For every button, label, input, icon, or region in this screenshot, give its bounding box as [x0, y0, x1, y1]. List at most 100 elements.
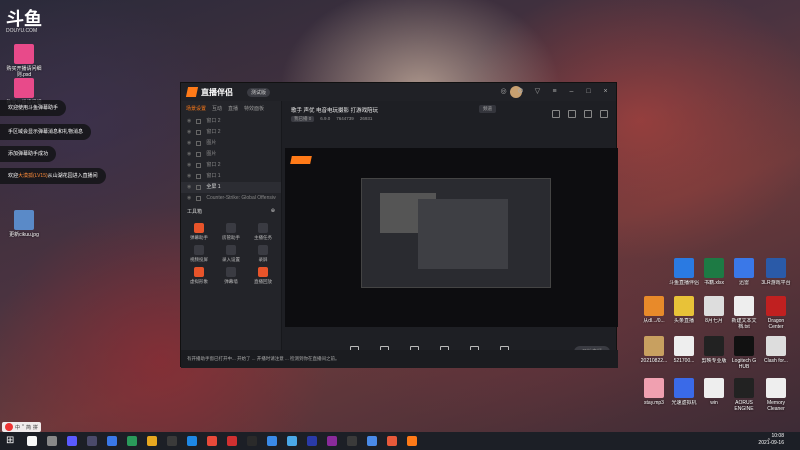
desktop-icon-right-17[interactable]: AORUS ENGINE: [728, 378, 760, 412]
room-tag[interactable]: 频道: [479, 105, 496, 113]
taskbar-app-icon[interactable]: [367, 436, 377, 446]
tool-item[interactable]: 弹幕墙: [215, 267, 247, 285]
settings-icon[interactable]: ⚙: [516, 87, 525, 96]
scene-item[interactable]: ◉ 窗口 2: [181, 116, 281, 127]
tool-item[interactable]: 录屏: [247, 245, 279, 263]
ime-mode[interactable]: 拼: [33, 424, 38, 431]
toolbox-more-icon[interactable]: ⊕: [271, 208, 275, 215]
desktop-icon-left-0[interactable]: 购买开播请问细则.psd: [2, 44, 46, 78]
taskbar-app-icon[interactable]: [127, 436, 137, 446]
tool-item[interactable]: 主播任务: [247, 223, 279, 241]
taskbar-app-icon[interactable]: [407, 436, 417, 446]
tool-item[interactable]: 虚拟形象: [183, 267, 215, 285]
link-icon[interactable]: [600, 110, 608, 118]
ime-punct[interactable]: °: [22, 424, 24, 430]
douyu-desktop-logo[interactable]: 斗鱼 DOUYU.COM: [6, 10, 56, 40]
scene-item[interactable]: ◉ 全屏 1: [181, 182, 281, 193]
desktop-icon-right-12[interactable]: Logitech G HUB: [728, 336, 760, 370]
scene-item[interactable]: ◉ 窗口 1: [181, 171, 281, 182]
record-icon[interactable]: [584, 110, 592, 118]
version-badge[interactable]: 测试版: [247, 88, 271, 97]
visibility-icon[interactable]: ◉: [187, 127, 191, 138]
close-icon[interactable]: ×: [601, 87, 610, 96]
tool-item[interactable]: 房管助手: [215, 223, 247, 241]
desktop-icon-right-11[interactable]: 剪映专业版: [698, 336, 730, 370]
desktop-icon-right-10[interactable]: 521700...: [668, 336, 700, 370]
desktop-icon-right-0[interactable]: 斗鱼直播伴侣: [668, 258, 700, 292]
visibility-icon[interactable]: ◉: [187, 182, 191, 193]
message-icon[interactable]: [568, 110, 576, 118]
taskbar-app-icon[interactable]: [207, 436, 217, 446]
desktop-icon-right-9[interactable]: 20210822...: [638, 336, 670, 370]
ime-toolbar[interactable]: 中 ° 简 拼: [2, 422, 42, 432]
tool-item[interactable]: 弹幕助手: [183, 223, 215, 241]
tool-item[interactable]: 视频投屏: [183, 245, 215, 263]
taskbar-app-icon[interactable]: [247, 436, 257, 446]
desktop-icon-right-15[interactable]: 光速虚拟机: [668, 378, 700, 412]
windows-start-icon[interactable]: ⊞: [6, 435, 20, 447]
visibility-icon[interactable]: ◉: [187, 149, 191, 160]
desktop-icon-left-2[interactable]: 更新cikuu.jpg: [2, 210, 46, 238]
app-icon: [674, 336, 694, 356]
desktop-icon-right-2[interactable]: 迅雷: [728, 258, 760, 292]
menu-icon[interactable]: ≡: [550, 87, 559, 96]
taskbar-app-icon[interactable]: [47, 436, 57, 446]
desktop-icon-right-1[interactable]: 书籍.xlsx: [698, 258, 730, 292]
desktop-icon-right-4[interactable]: 从dl.../0...: [638, 296, 670, 330]
room-title[interactable]: 歌手 声优 电音电玩摄影 打游戏陪玩: [291, 106, 378, 114]
tool-label: 录屏: [258, 257, 268, 262]
visibility-icon[interactable]: ◉: [187, 193, 191, 204]
scene-item[interactable]: ◉ Counter-Strike: Global Offensive: [181, 193, 281, 204]
taskbar-app-icon[interactable]: [387, 436, 397, 446]
tab-scene[interactable]: 场景设置: [186, 105, 206, 112]
window-titlebar[interactable]: 直播伴侣 测试版 ◎ ⚙ ▽ ≡ – □ ×: [181, 83, 616, 101]
taskbar-app-icon[interactable]: [147, 436, 157, 446]
maximize-icon[interactable]: □: [584, 87, 593, 96]
gift-icon[interactable]: ◎: [499, 87, 508, 96]
desktop-icon-right-16[interactable]: win: [698, 378, 730, 412]
visibility-icon[interactable]: ◉: [187, 116, 191, 127]
skin-icon[interactable]: ▽: [533, 87, 542, 96]
visibility-icon[interactable]: ◉: [187, 138, 191, 149]
status-bar: 有开播助手窗已打开中... 开始了 ... 开播时请注意 ... 检测到你在直播…: [181, 350, 618, 368]
taskbar-app-icon[interactable]: [187, 436, 197, 446]
desktop-icon-right-18[interactable]: Memory Cleaner: [760, 378, 792, 412]
desktop-icon-label: 购买开播请问细则.psd: [6, 66, 42, 78]
taskbar-app-icon[interactable]: [167, 436, 177, 446]
taskbar-clock[interactable]: 10:08 2021-09-16: [758, 433, 784, 447]
taskbar-app-icon[interactable]: [267, 436, 277, 446]
tool-item[interactable]: 录入设置: [215, 245, 247, 263]
desktop-icon-right-6[interactable]: 8月七月: [698, 296, 730, 330]
taskbar-app-icon[interactable]: [347, 436, 357, 446]
visibility-icon[interactable]: ◉: [187, 171, 191, 182]
desktop-icon-right-5[interactable]: 头条直播: [668, 296, 700, 330]
tab-live[interactable]: 直播: [228, 105, 238, 112]
taskbar-app-icon[interactable]: [87, 436, 97, 446]
scene-item[interactable]: ◉ 窗口 2: [181, 160, 281, 171]
tab-interact[interactable]: 互动: [212, 105, 222, 112]
scene-item[interactable]: ◉ 图片: [181, 138, 281, 149]
desktop-icon-right-14[interactable]: stay.mp3: [638, 378, 670, 412]
taskbar-app-icon[interactable]: [27, 436, 37, 446]
taskbar-app-icon[interactable]: [107, 436, 117, 446]
stream-preview[interactable]: [285, 148, 618, 327]
share-icon[interactable]: [552, 110, 560, 118]
ime-charset[interactable]: 简: [26, 424, 31, 431]
desktop-icon-right-3[interactable]: 3LR游戏平台: [760, 258, 792, 292]
tool-item[interactable]: 直播回放: [247, 267, 279, 285]
ime-lang[interactable]: 中: [15, 424, 20, 431]
taskbar-app-icon[interactable]: [287, 436, 297, 446]
source-type-icon: [196, 174, 202, 179]
desktop-icon-right-7[interactable]: 新建文本文档.txt: [728, 296, 760, 330]
visibility-icon[interactable]: ◉: [187, 160, 191, 171]
taskbar-app-icon[interactable]: [67, 436, 77, 446]
minimize-icon[interactable]: –: [567, 87, 576, 96]
taskbar-app-icon[interactable]: [307, 436, 317, 446]
taskbar-app-icon[interactable]: [327, 436, 337, 446]
taskbar-app-icon[interactable]: [227, 436, 237, 446]
scene-item[interactable]: ◉ 图片: [181, 149, 281, 160]
desktop-icon-right-8[interactable]: Dragon Center: [760, 296, 792, 330]
tab-effects[interactable]: 特效面板: [244, 105, 264, 112]
scene-item[interactable]: ◉ 窗口 2: [181, 127, 281, 138]
desktop-icon-right-13[interactable]: Clash for...: [760, 336, 792, 370]
